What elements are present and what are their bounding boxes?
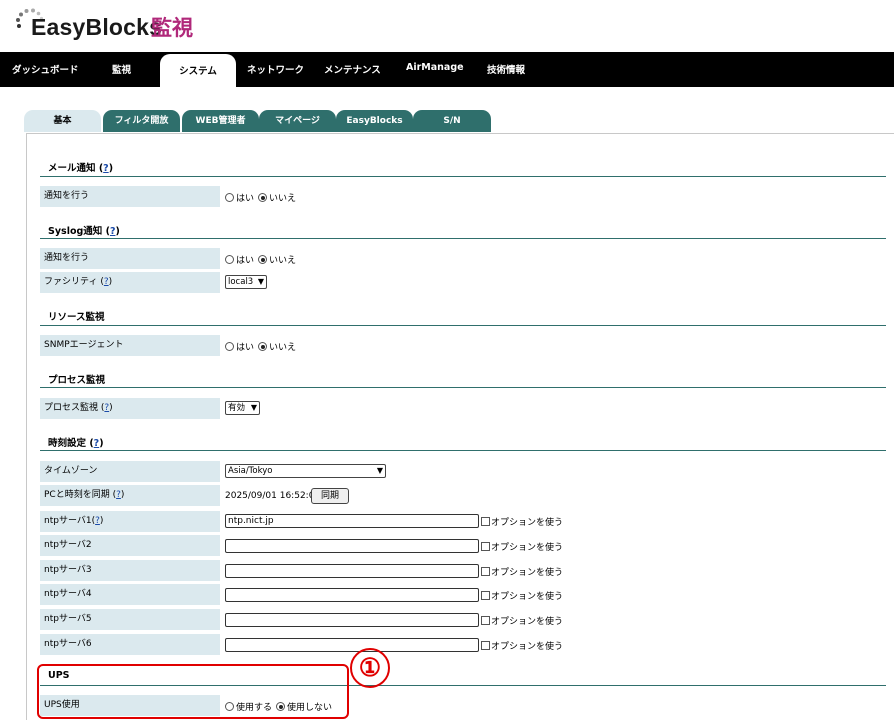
ntp-1-option: オプションを使う — [481, 515, 563, 528]
radio-yes[interactable] — [225, 193, 234, 202]
snmp-radio-group: はい いいえ — [225, 340, 300, 353]
section-title-process: プロセス監視 — [48, 375, 106, 386]
tab-basic[interactable]: 基本 — [24, 110, 101, 132]
section-divider — [40, 238, 886, 239]
label-ntp-5: ntpサーバ5 — [40, 609, 220, 630]
tab-easyblocks[interactable]: EasyBlocks — [336, 110, 413, 132]
ntp-4-option: オプションを使う — [481, 589, 563, 602]
label-ntp-1: ntpサーバ1(?) — [40, 511, 220, 532]
annotation-marker: ① — [350, 648, 390, 688]
chevron-down-icon: ▼ — [250, 403, 257, 412]
label-timezone: タイムゾーン — [40, 461, 220, 482]
help-link[interactable]: ? — [104, 277, 109, 287]
ntp-server-1-input[interactable]: ntp.nict.jp — [225, 514, 479, 528]
label-ntp-6: ntpサーバ6 — [40, 634, 220, 655]
label-ntp-2: ntpサーバ2 — [40, 535, 220, 556]
ntp-server-2-input[interactable] — [225, 539, 479, 553]
page-title: 監視 — [151, 16, 193, 40]
label-pc-sync: PCと時刻を同期 (?) — [40, 485, 220, 506]
radio-yes[interactable] — [225, 255, 234, 264]
help-link[interactable]: ? — [95, 516, 100, 526]
radio-no[interactable] — [258, 342, 268, 351]
label-snmp: SNMPエージェント — [40, 335, 220, 356]
tab-sn[interactable]: S/N — [413, 110, 491, 132]
top-navigation: ダッシュボード 監視 システム ネットワーク メンテナンス AirManage … — [0, 52, 894, 87]
annotation-highlight-box — [37, 664, 349, 719]
timezone-select[interactable]: Asia/Tokyo ▼ — [225, 464, 386, 478]
chevron-down-icon: ▼ — [376, 466, 383, 475]
syslog-notify-radio-group: はい いいえ — [225, 253, 300, 266]
label-mail-notify: 通知を行う — [40, 186, 220, 207]
logo-text: EasyBlocks — [31, 14, 163, 40]
nav-dashboard[interactable]: ダッシュボード — [12, 52, 79, 87]
ntp-5-option: オプションを使う — [481, 614, 563, 627]
tab-mypage[interactable]: マイページ — [259, 110, 336, 132]
tab-web-admin[interactable]: WEB管理者 — [182, 110, 259, 132]
ntp-server-6-input[interactable] — [225, 638, 479, 652]
section-title-mail: メール通知 (?) — [48, 163, 114, 174]
label-process-monitor: プロセス監視 (?) — [40, 398, 220, 419]
ntp-server-4-input[interactable] — [225, 588, 479, 602]
checkbox[interactable] — [481, 542, 490, 551]
section-divider — [40, 387, 886, 388]
process-monitor-select[interactable]: 有効 ▼ — [225, 401, 260, 415]
checkbox[interactable] — [481, 517, 490, 526]
label-facility: ファシリティ (?) — [40, 272, 220, 293]
section-title-syslog: Syslog通知 (?) — [48, 226, 120, 237]
checkbox[interactable] — [481, 641, 490, 650]
section-title-time: 時刻設定 (?) — [48, 438, 104, 449]
nav-system[interactable]: システム — [160, 54, 236, 87]
section-divider — [40, 176, 886, 177]
nav-tech-info[interactable]: 技術情報 — [487, 52, 525, 87]
sub-tabs: 基本 フィルタ開放 WEB管理者 マイページ EasyBlocks S/N — [24, 110, 894, 132]
header: EasyBlocks 監視 — [0, 0, 894, 52]
nav-maintenance[interactable]: メンテナンス — [324, 52, 381, 87]
section-title-resource: リソース監視 — [48, 312, 105, 323]
radio-no[interactable] — [258, 255, 268, 264]
help-link[interactable]: ? — [116, 490, 121, 500]
label-syslog-notify: 通知を行う — [40, 248, 220, 269]
ntp-server-3-input[interactable] — [225, 564, 479, 578]
ntp-server-5-input[interactable] — [225, 613, 479, 627]
ntp-3-option: オプションを使う — [481, 565, 563, 578]
checkbox[interactable] — [481, 616, 490, 625]
chevron-down-icon: ▼ — [257, 277, 264, 286]
ntp-2-option: オプションを使う — [481, 540, 563, 553]
help-link[interactable]: ? — [104, 403, 109, 413]
radio-yes[interactable] — [225, 342, 234, 351]
mail-notify-radio-group: はい いいえ — [225, 191, 300, 204]
help-link[interactable]: ? — [110, 226, 116, 237]
ntp-6-option: オプションを使う — [481, 639, 563, 652]
nav-airmanage[interactable]: AirManage — [406, 49, 464, 84]
help-link[interactable]: ? — [103, 163, 109, 174]
checkbox[interactable] — [481, 591, 490, 600]
checkbox[interactable] — [481, 567, 490, 576]
nav-network[interactable]: ネットワーク — [247, 52, 304, 87]
label-ntp-4: ntpサーバ4 — [40, 584, 220, 605]
facility-select[interactable]: local3 ▼ — [225, 275, 267, 289]
radio-no[interactable] — [258, 193, 268, 202]
help-link[interactable]: ? — [94, 438, 100, 449]
label-ntp-3: ntpサーバ3 — [40, 560, 220, 581]
sync-button[interactable]: 同期 — [311, 488, 349, 504]
current-datetime: 2025/09/01 16:52:02 — [225, 491, 321, 501]
section-divider — [40, 325, 886, 326]
settings-panel — [26, 133, 894, 720]
section-divider — [40, 450, 886, 451]
tab-filter[interactable]: フィルタ開放 — [103, 110, 180, 132]
nav-monitor[interactable]: 監視 — [112, 52, 131, 87]
